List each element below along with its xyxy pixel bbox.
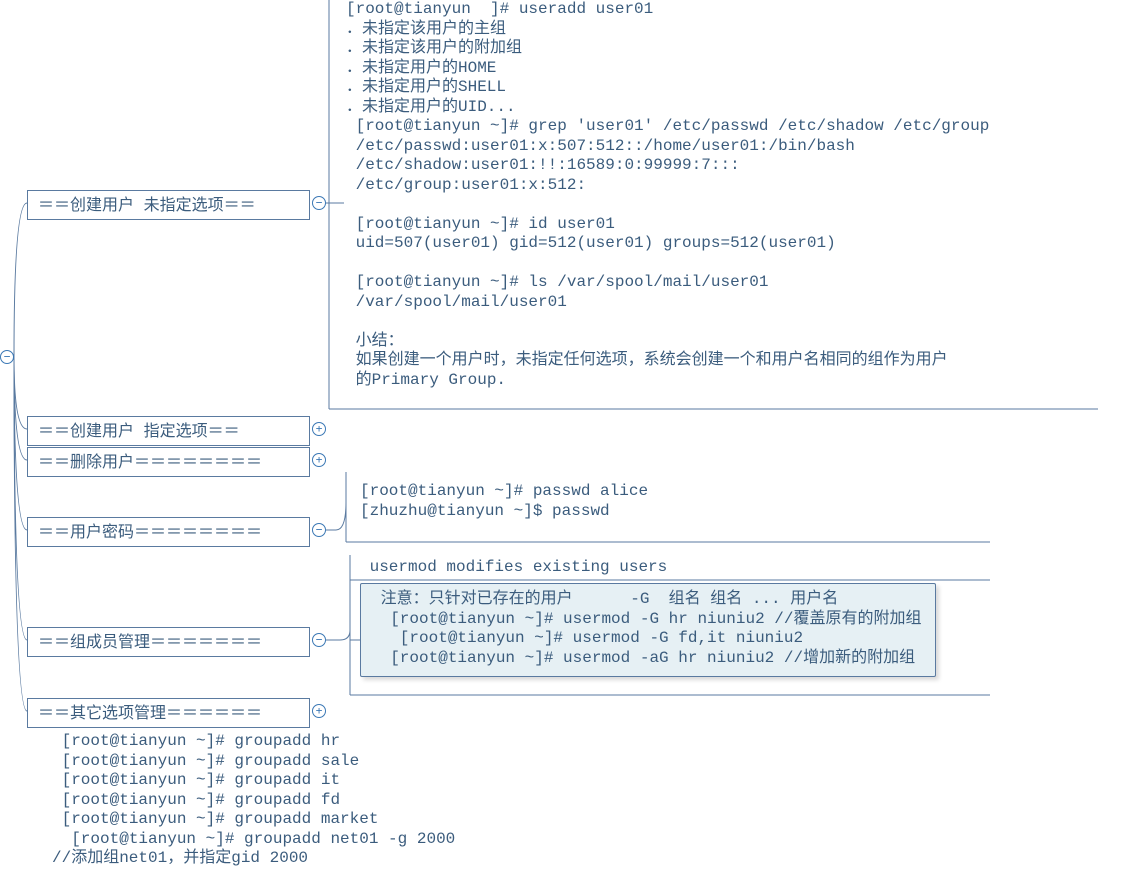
node-delete-user[interactable]: ＝＝删除用户＝＝＝＝＝＝＝＝	[27, 447, 310, 477]
node-toggle-n6[interactable]	[312, 704, 326, 718]
content-groupadd-examples: [root@tianyun ~]# groupadd hr [root@tian…	[52, 732, 455, 869]
node-label: ＝＝删除用户＝＝＝＝＝＝＝＝	[38, 452, 262, 471]
node-toggle-n5[interactable]	[312, 633, 326, 647]
node-toggle-n2[interactable]	[312, 422, 326, 436]
node-toggle-n3[interactable]	[312, 453, 326, 467]
node-other-options[interactable]: ＝＝其它选项管理＝＝＝＝＝＝	[27, 698, 310, 728]
node-label: ＝＝用户密码＝＝＝＝＝＝＝＝	[38, 522, 262, 541]
content-usermod-header: usermod modifies existing users	[360, 558, 667, 578]
content-usermod-detail: 注意：只针对已存在的用户 -G 组名 组名 ... 用户名 [root@tian…	[360, 583, 936, 677]
content-user-password: [root@tianyun ~]# passwd alice [zhuzhu@t…	[360, 482, 648, 521]
root-toggle[interactable]	[0, 350, 14, 364]
node-label: ＝＝其它选项管理＝＝＝＝＝＝	[38, 703, 262, 722]
node-toggle-n4[interactable]	[312, 523, 326, 537]
node-user-password[interactable]: ＝＝用户密码＝＝＝＝＝＝＝＝	[27, 517, 310, 547]
node-label: ＝＝创建用户 未指定选项＝＝	[38, 195, 256, 214]
node-create-user-with-opts[interactable]: ＝＝创建用户 指定选项＝＝	[27, 416, 310, 446]
node-group-member-mgmt[interactable]: ＝＝组成员管理＝＝＝＝＝＝＝	[27, 627, 310, 657]
node-label: ＝＝组成员管理＝＝＝＝＝＝＝	[38, 632, 262, 651]
node-toggle-n1[interactable]	[312, 196, 326, 210]
node-label: ＝＝创建用户 指定选项＝＝	[38, 421, 240, 440]
node-create-user-no-opts[interactable]: ＝＝创建用户 未指定选项＝＝	[27, 190, 310, 220]
content-create-user-no-opts: [root@tianyun ]# useradd user01 ．未指定该用户的…	[346, 0, 1106, 390]
